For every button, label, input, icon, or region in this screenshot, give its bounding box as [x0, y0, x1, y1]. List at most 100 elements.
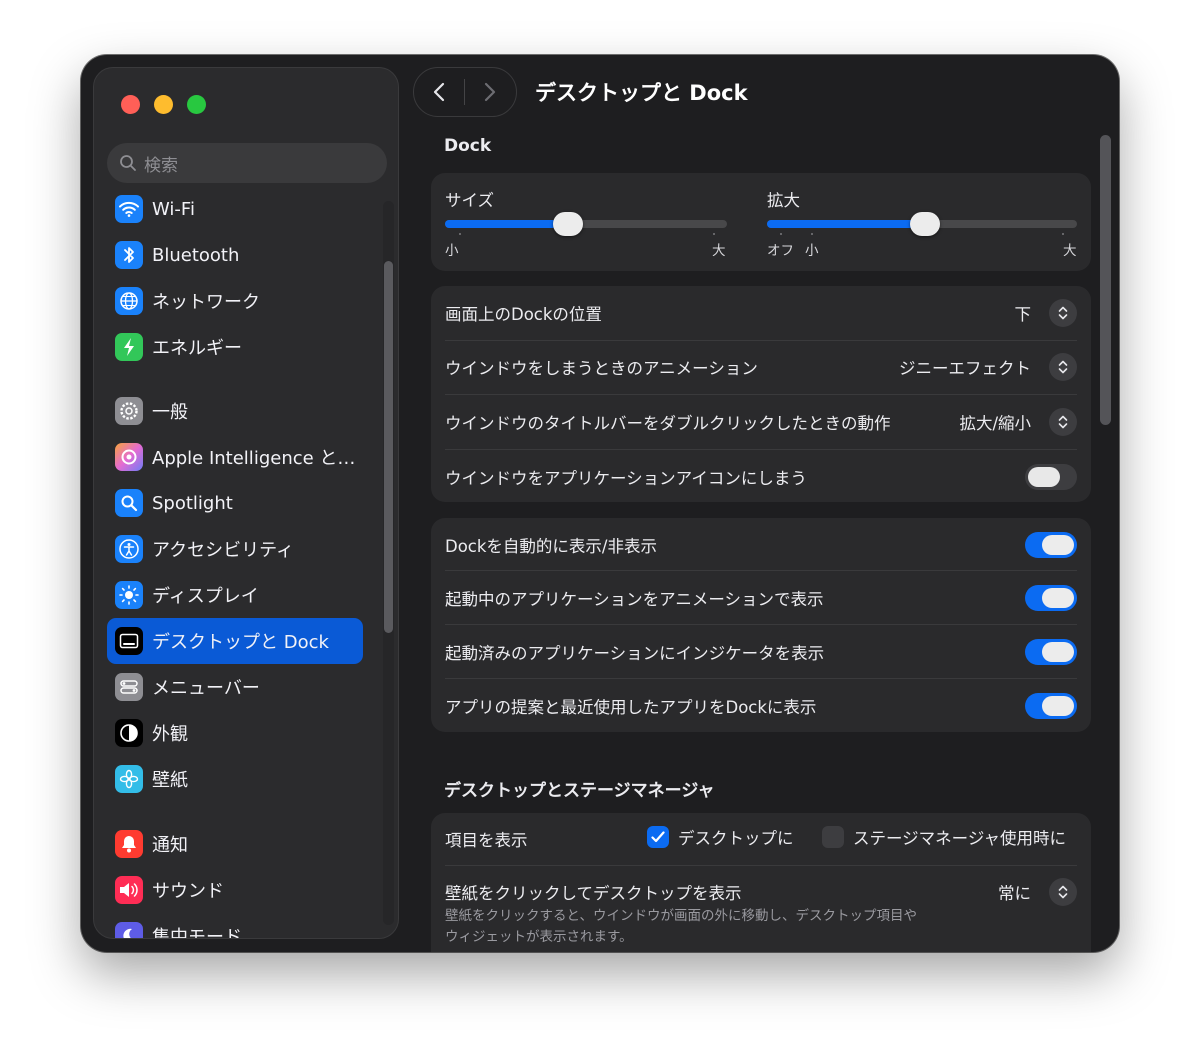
- empty-checkbox-icon: [822, 826, 844, 848]
- search-input[interactable]: 検索: [107, 143, 387, 183]
- show-items-on-desktop-checkbox[interactable]: デスクトップに: [647, 825, 794, 849]
- zoom-window-button[interactable]: [187, 95, 206, 114]
- show-items-in-stage-manager-checkbox[interactable]: ステージマネージャ使用時に: [822, 825, 1066, 849]
- sidebar-item-sound[interactable]: サウンド: [107, 868, 363, 912]
- sidebar-item-label: 一般: [152, 402, 188, 423]
- sidebar-item-network[interactable]: ネットワーク: [107, 279, 363, 323]
- content-scrollbar-thumb[interactable]: [1100, 135, 1111, 425]
- minimize-into-app-icon-toggle[interactable]: [1025, 464, 1077, 490]
- forward-button[interactable]: [465, 68, 515, 116]
- row-divider: [445, 449, 1077, 450]
- sidebar-item-label: ネットワーク: [152, 292, 260, 313]
- sidebar-item-energy[interactable]: エネルギー: [107, 325, 363, 369]
- up-down-chevron-icon: [1049, 353, 1077, 381]
- sidebar-item-focus[interactable]: 集中モード: [107, 914, 363, 939]
- sidebar-scrollbar-thumb[interactable]: [384, 261, 393, 633]
- slider-tick: [459, 233, 461, 235]
- minimize-window-button[interactable]: [154, 95, 173, 114]
- gear-icon: [115, 397, 143, 425]
- sidebar-item-wifi[interactable]: Wi-Fi: [107, 187, 363, 231]
- sidebar-item-wallpaper[interactable]: 壁紙: [107, 757, 363, 801]
- checkbox-label: デスクトップに: [678, 829, 794, 848]
- search-placeholder: 検索: [144, 155, 178, 176]
- search-icon: [120, 155, 136, 171]
- magnify-off-label: オフ: [767, 243, 794, 259]
- autohide-dock-toggle[interactable]: [1025, 532, 1077, 558]
- dock-position-popup[interactable]: 下: [1015, 299, 1077, 327]
- minimize-animation-popup[interactable]: ジニーエフェクト: [899, 353, 1077, 381]
- magnify-slider[interactable]: [767, 212, 1077, 236]
- row-divider: [445, 570, 1077, 571]
- click-wallpaper-description: 壁紙をクリックすると、ウインドウが画面の外に移動し、デスクトップ項目や ウィジェ…: [445, 906, 917, 948]
- dock-behavior-panel: Dockを自動的に表示/非表示 起動中のアプリケーションをアニメーションで表示 …: [431, 518, 1091, 732]
- sidebar-item-display[interactable]: ディスプレイ: [107, 573, 363, 617]
- sidebar-item-label: Bluetooth: [152, 244, 240, 266]
- row-label: ウインドウをアプリケーションアイコンにしまう: [445, 469, 807, 488]
- show-suggested-apps-toggle[interactable]: [1025, 693, 1077, 719]
- magnify-min-label: 小: [805, 243, 819, 259]
- back-button[interactable]: [414, 68, 464, 116]
- row-label: 起動中のアプリケーションをアニメーションで表示: [445, 590, 824, 609]
- sidebar-item-label: 壁紙: [152, 770, 188, 791]
- row-divider: [445, 624, 1077, 625]
- sidebar-item-spotlight[interactable]: Spotlight: [107, 481, 363, 525]
- size-slider[interactable]: [445, 212, 727, 236]
- popup-value: 拡大/縮小: [959, 414, 1031, 433]
- size-slider-thumb[interactable]: [553, 212, 584, 236]
- close-window-button[interactable]: [121, 95, 140, 114]
- battery-bolt-icon: [115, 333, 143, 361]
- show-suggested-apps-row: アプリの提案と最近使用したアプリをDockに表示: [445, 692, 1077, 720]
- magnify-slider-thumb[interactable]: [909, 212, 940, 236]
- sidebar-item-accessibility[interactable]: アクセシビリティ: [107, 527, 363, 571]
- sidebar-item-bluetooth[interactable]: Bluetooth: [107, 233, 363, 277]
- sidebar-item-notifications[interactable]: 通知: [107, 822, 363, 866]
- sidebar-item-apple-intelligence[interactable]: Apple Intelligence と…: [107, 435, 363, 479]
- animate-opening-apps-row: 起動中のアプリケーションをアニメーションで表示: [445, 584, 1077, 612]
- row-divider: [445, 678, 1077, 679]
- sidebar-item-label: Wi-Fi: [152, 198, 195, 220]
- row-label: ウインドウのタイトルバーをダブルクリックしたときの動作: [445, 414, 891, 433]
- row-divider: [445, 865, 1077, 866]
- slider-tick: [1062, 233, 1064, 235]
- wifi-icon: [115, 195, 143, 223]
- size-max-label: 大: [712, 243, 726, 259]
- sidebar-item-appearance[interactable]: 外観: [107, 711, 363, 755]
- sidebar-item-label: エネルギー: [152, 338, 242, 359]
- click-wallpaper-popup[interactable]: 常に: [998, 878, 1077, 906]
- sidebar-item-desktop-dock[interactable]: デスクトップと Dock: [107, 618, 363, 664]
- row-divider: [445, 340, 1077, 341]
- size-slider-fill: [445, 220, 569, 228]
- apple-intelligence-icon: [115, 443, 143, 471]
- row-label: ウインドウをしまうときのアニメーション: [445, 359, 758, 378]
- double-click-titlebar-popup[interactable]: 拡大/縮小: [959, 408, 1077, 436]
- sidebar-item-label: 集中モード: [152, 927, 242, 939]
- chevron-left-icon: [433, 82, 445, 102]
- magnify-slider-label: 拡大: [767, 191, 800, 210]
- slider-tick: [713, 233, 715, 235]
- sidebar-item-menubar[interactable]: メニューバー: [107, 665, 363, 709]
- description-line: ウィジェットが表示されます。: [445, 929, 633, 945]
- dock-position-row: 画面上のDockの位置: [445, 299, 1077, 327]
- row-label: アプリの提案と最近使用したアプリをDockに表示: [445, 698, 817, 717]
- slider-tick: [811, 233, 813, 235]
- row-label: 項目を表示: [445, 831, 528, 850]
- section-title-dock: Dock: [444, 136, 492, 156]
- toggle-knob: [1042, 642, 1074, 662]
- spotlight-icon: [115, 489, 143, 517]
- sidebar-item-label: アクセシビリティ: [152, 540, 295, 561]
- menubar-icon: [115, 673, 143, 701]
- row-label: 壁紙をクリックしてデスクトップを表示: [445, 884, 742, 903]
- slider-tick: [780, 233, 782, 235]
- accessibility-icon: [115, 535, 143, 563]
- minimize-into-app-icon-row: ウインドウをアプリケーションアイコンにしまう: [445, 463, 1077, 491]
- toggle-knob: [1042, 696, 1074, 716]
- up-down-chevron-icon: [1049, 878, 1077, 906]
- sidebar-item-general[interactable]: 一般: [107, 389, 363, 433]
- navigation-buttons: [413, 67, 517, 117]
- sidebar-item-label: 通知: [152, 835, 188, 856]
- show-indicators-row: 起動済みのアプリケーションにインジケータを表示: [445, 638, 1077, 666]
- show-indicators-toggle[interactable]: [1025, 639, 1077, 665]
- sidebar-item-label: 外観: [152, 724, 188, 745]
- animate-opening-apps-toggle[interactable]: [1025, 585, 1077, 611]
- dock-sliders-panel: サイズ 小 大 拡大 オフ 小 大: [431, 173, 1091, 271]
